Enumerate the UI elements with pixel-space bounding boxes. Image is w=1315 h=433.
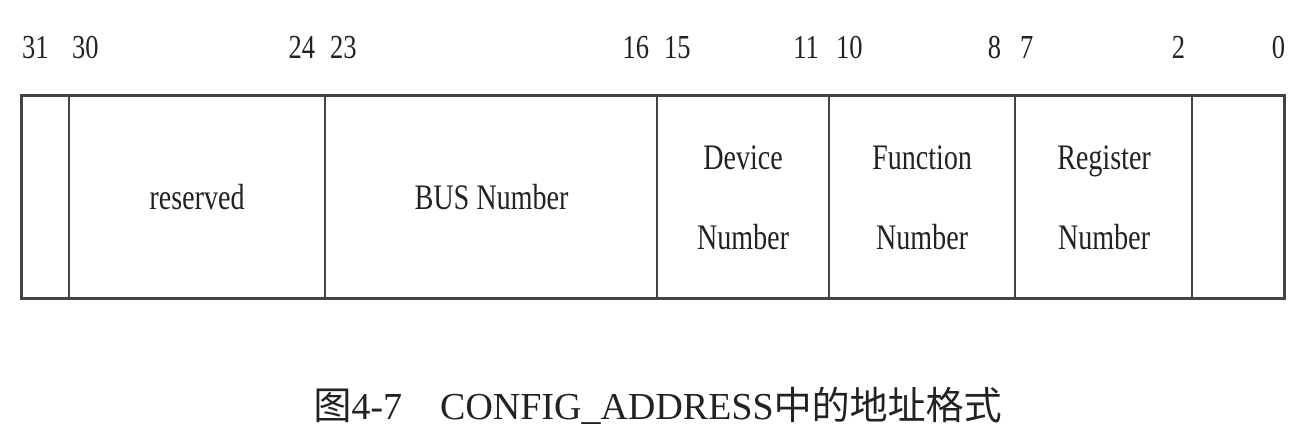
bit-label-15: 15 (664, 29, 691, 66)
field-device-number-label: Device Number (696, 137, 790, 257)
bit-label-31: 31 (22, 29, 49, 66)
field-register-number: Register Number (1016, 97, 1193, 297)
bit-label-8: 8 (987, 29, 1001, 66)
config-address-register: reserved BUS Number Device Number Functi… (20, 94, 1286, 300)
field-function-number-label: Function Number (872, 137, 972, 257)
bit-label-24: 24 (288, 29, 315, 66)
figure-caption: 图4-7 CONFIG_ADDRESS中的地址格式 (313, 386, 1002, 428)
bit-label-30: 30 (72, 29, 99, 66)
field-device-number: Device Number (658, 97, 830, 297)
bit-label-10: 10 (836, 29, 863, 66)
bit-label-2: 2 (1171, 29, 1185, 66)
field-enable (23, 97, 70, 297)
field-bus-number-label: BUS Number (414, 177, 568, 217)
bit-label-0: 0 (1271, 29, 1285, 66)
field-function-number: Function Number (830, 97, 1016, 297)
bit-label-7: 7 (1020, 29, 1034, 66)
bit-label-23: 23 (330, 29, 357, 66)
bit-label-16: 16 (622, 29, 649, 66)
field-register-number-label: Register Number (1056, 137, 1151, 257)
field-bus-number: BUS Number (326, 97, 658, 297)
field-low-bits (1193, 97, 1283, 297)
field-reserved-label: reserved (149, 177, 245, 217)
bit-label-11: 11 (793, 29, 819, 66)
field-reserved: reserved (70, 97, 326, 297)
